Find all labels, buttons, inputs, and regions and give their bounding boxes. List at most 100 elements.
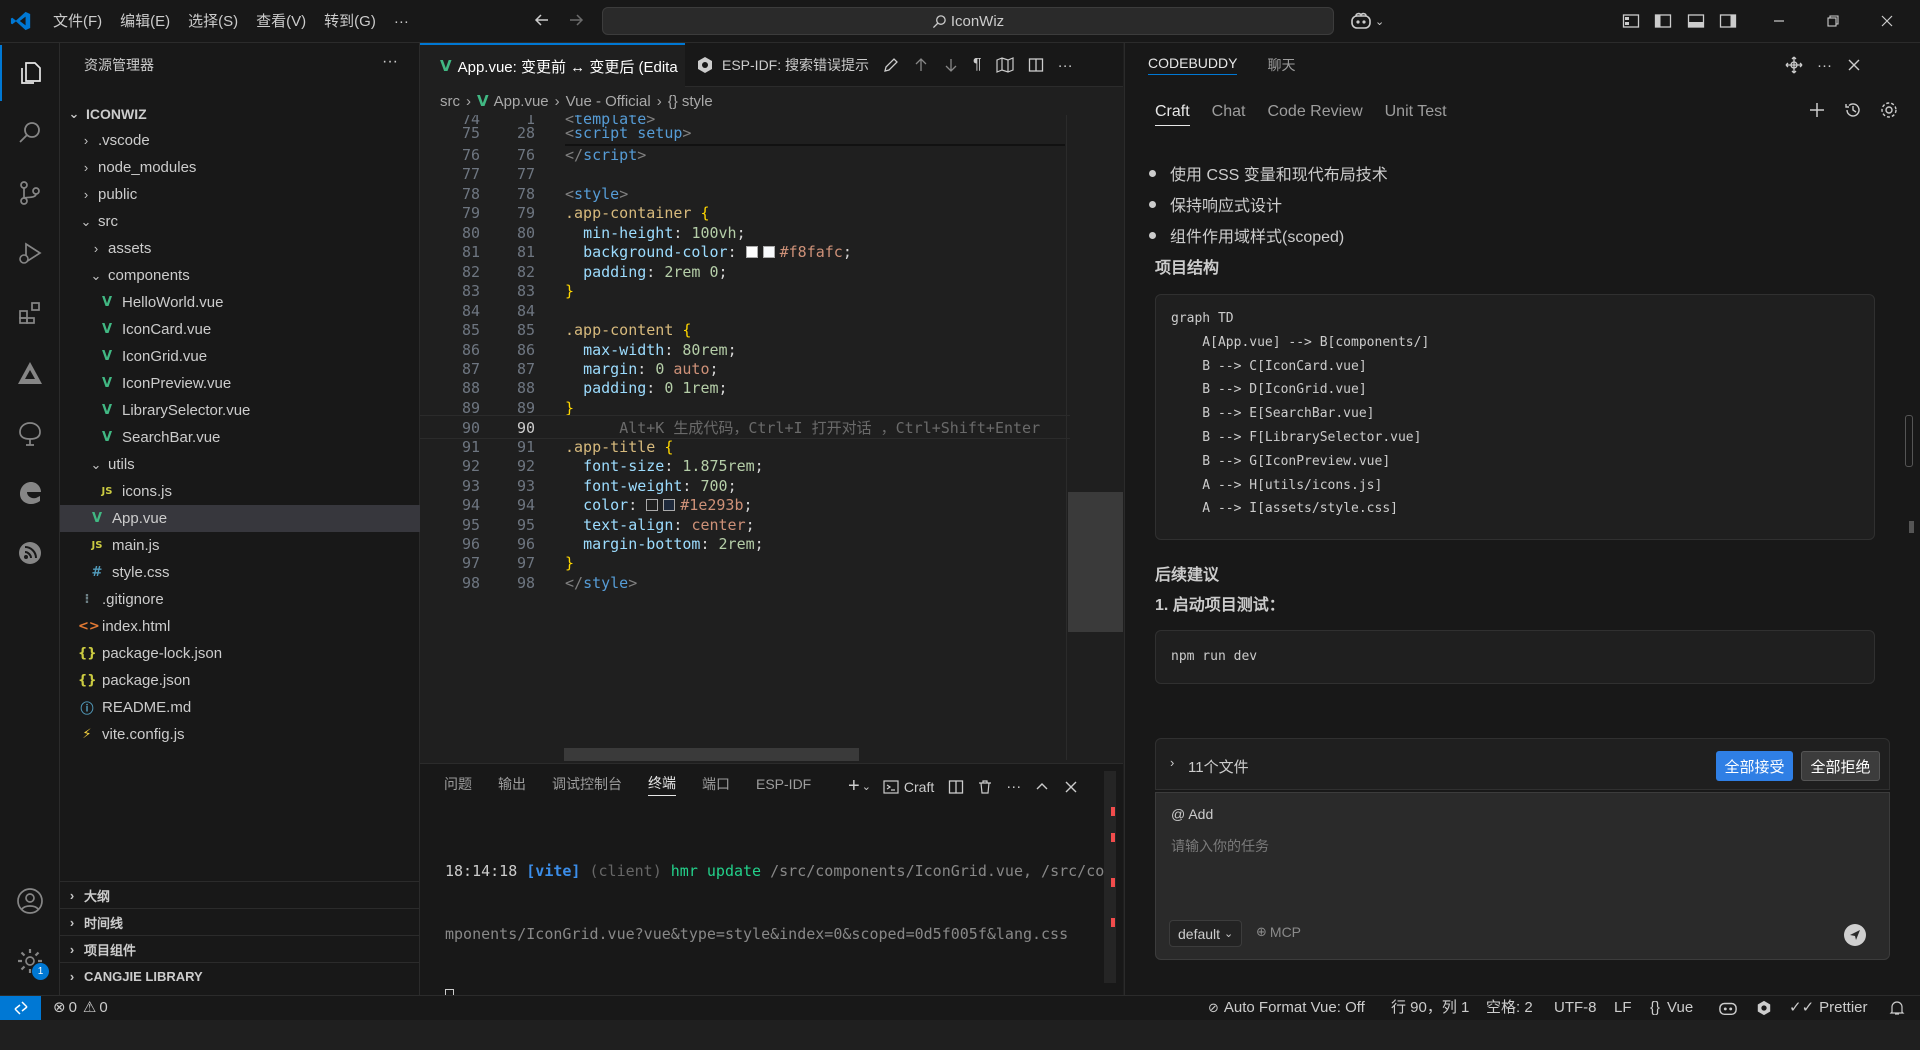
changed-files-bar[interactable]: › 11个文件 全部接受 全部拒绝 [1155,738,1890,790]
section-timeline[interactable]: ›时间线 [60,908,420,935]
pilcrow-icon[interactable]: ¶ [973,56,982,74]
file-item[interactable]: VSearchBar.vue [60,424,420,451]
reject-all-button[interactable]: 全部拒绝 [1801,751,1880,781]
next-change-icon[interactable] [943,57,959,73]
end-of-line[interactable]: LF [1614,996,1632,1020]
menu-item[interactable]: 查看(V) [247,0,315,43]
remote-indicator[interactable] [0,996,41,1020]
explorer-icon[interactable] [0,45,60,101]
mcp-button[interactable]: ⊕ MCP [1256,924,1301,940]
menu-more[interactable]: ··· [385,0,418,43]
problems-indicator[interactable]: ⊗0 ⚠0 [53,996,108,1020]
tab-app-vue-diff[interactable]: V App.vue: 变更前 ↔ 变更后 (Edita [420,43,685,87]
maximize-panel-icon[interactable] [1034,779,1050,795]
more-actions-icon[interactable]: ··· [1006,778,1021,795]
source-control-icon[interactable] [0,165,60,221]
previous-change-icon[interactable] [913,57,929,73]
close-icon[interactable] [1846,57,1862,73]
more-actions-icon[interactable]: ··· [382,53,398,71]
chat-input-box[interactable]: @ Add 请输入你的任务 default ⌄ ⊕ MCP [1155,792,1890,960]
account-icon[interactable] [0,873,60,929]
copilot-status-icon[interactable] [1718,996,1738,1020]
cangjie-icon[interactable] [0,345,60,401]
file-item[interactable]: VLibrarySelector.vue [60,397,420,424]
file-item[interactable]: VIconPreview.vue [60,370,420,397]
folder-item[interactable]: ›.vscode [60,127,420,154]
encoding[interactable]: UTF-8 [1554,996,1597,1020]
esp-idf-status-icon[interactable] [1756,996,1772,1020]
new-terminal-icon[interactable]: + [848,775,860,798]
file-item[interactable]: VIconGrid.vue [60,343,420,370]
run-debug-icon[interactable] [0,225,60,281]
edit-pencil-icon[interactable] [883,57,899,73]
command-code-block[interactable]: npm run dev [1155,630,1875,684]
chevron-down-icon[interactable]: ⌄ [862,780,871,793]
tab-chat-cn[interactable]: 聊天 [1267,55,1295,75]
accept-all-button[interactable]: 全部接受 [1716,751,1793,781]
move-panel-icon[interactable] [1785,56,1803,74]
task-input-placeholder[interactable]: 请输入你的任务 [1171,836,1269,856]
mode-tab[interactable]: Code Review [1267,103,1362,125]
section-cangjie-library[interactable]: ›CANGJIE LIBRARY [60,962,420,989]
breadcrumb-file[interactable]: App.vue [494,93,549,110]
language-mode[interactable]: {}Vue [1650,996,1693,1020]
breadcrumb-symbol[interactable]: {} style [668,93,713,110]
terminal-craft-label[interactable]: Craft [904,779,934,795]
split-editor-icon[interactable] [1028,57,1044,73]
settings-icon[interactable] [1880,101,1898,119]
model-select[interactable]: default ⌄ [1169,920,1242,947]
close-window-icon[interactable] [1878,12,1896,30]
back-arrow-icon[interactable] [533,11,551,29]
horizontal-scrollbar[interactable] [564,748,859,761]
menu-item[interactable]: 选择(S) [179,0,247,43]
chat-scrollbar[interactable] [1905,415,1913,467]
restore-icon[interactable] [1824,12,1842,30]
panel-tab[interactable]: 终端 [648,773,676,796]
panel-tab[interactable]: ESP-IDF [756,776,811,792]
folder-item[interactable]: ⌄src [60,208,420,235]
mode-tab[interactable]: Unit Test [1385,103,1447,125]
explorer-root[interactable]: ⌄ ICONWIZ [60,100,420,127]
mode-tab[interactable]: Chat [1212,103,1246,125]
file-item[interactable]: JSicons.js [60,478,420,505]
open-preview-icon[interactable] [996,57,1014,73]
file-item[interactable]: {}package.json [60,667,420,694]
file-item[interactable]: VHelloWorld.vue [60,289,420,316]
mode-tab[interactable]: Craft [1155,103,1190,126]
toggle-panel-icon[interactable] [1687,12,1705,30]
terminal-scrollbar[interactable] [1104,771,1116,983]
graph-code-block[interactable]: graph TD A[App.vue] --> B[components/] B… [1155,294,1875,540]
settings-gear-icon[interactable]: 1 [0,933,60,989]
panel-tab[interactable]: 问题 [444,774,472,794]
tab-codebuddy[interactable]: CODEBUDDY [1148,55,1237,75]
send-button[interactable] [1844,924,1866,946]
toggle-primary-sidebar-icon[interactable] [1654,12,1672,30]
file-item[interactable]: JSmain.js [60,532,420,559]
file-item[interactable]: ⁝.gitignore [60,586,420,613]
breadcrumb-language[interactable]: Vue - Official [566,93,651,110]
menu-item[interactable]: 编辑(E) [111,0,179,43]
file-item[interactable]: #style.css [60,559,420,586]
tree-view-icon[interactable] [0,405,60,461]
menu-item[interactable]: 文件(F) [44,0,111,43]
folder-item[interactable]: ›assets [60,235,420,262]
section-outline[interactable]: ›大纲 [60,881,420,908]
extensions-icon[interactable] [0,285,60,341]
folder-item[interactable]: ⌄components [60,262,420,289]
cursor-position[interactable]: 行 90，列 1 [1391,996,1469,1020]
code-view[interactable]: 741<template>7528<script setup>7676</scr… [420,115,1070,693]
espressif-icon[interactable] [0,525,60,581]
section-project-components[interactable]: ›项目组件 [60,935,420,962]
search-view-icon[interactable] [0,105,60,161]
folder-item[interactable]: ⌄utils [60,451,420,478]
file-item[interactable]: ⓘREADME.md [60,694,420,721]
forward-arrow-icon[interactable] [567,11,585,29]
panel-tab[interactable]: 调试控制台 [552,774,622,794]
command-center-search[interactable]: IconWiz [602,7,1334,35]
notifications-bell-icon[interactable] [1889,996,1905,1020]
minimap-slider[interactable] [1068,492,1123,632]
file-item[interactable]: VApp.vue [60,505,420,532]
panel-tab[interactable]: 输出 [498,774,526,794]
breadcrumb-src[interactable]: src [440,93,460,110]
history-icon[interactable] [1844,101,1862,119]
